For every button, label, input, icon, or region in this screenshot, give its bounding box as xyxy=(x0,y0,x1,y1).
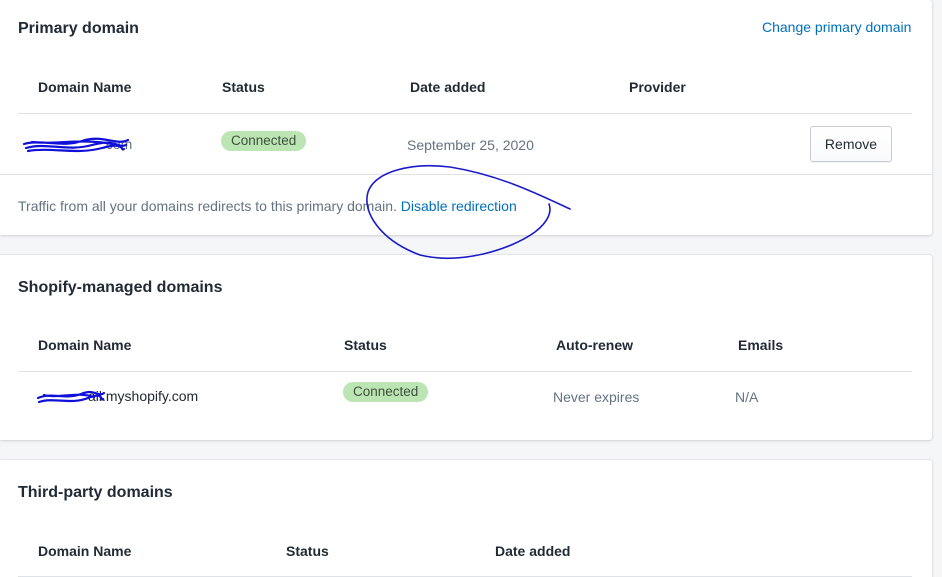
column-header-date-added: Date added xyxy=(495,543,571,559)
domain-suffix: .com xyxy=(102,136,133,152)
shopify-managed-domains-card: Shopify-managed domains Domain Name Stat… xyxy=(0,255,932,440)
primary-domain-title: Primary domain xyxy=(18,20,139,37)
column-header-provider: Provider xyxy=(629,79,686,95)
status-badge: Connected xyxy=(343,382,429,402)
redirect-notice-text: Traffic from all your domains redirects … xyxy=(18,198,397,214)
table-header-divider xyxy=(18,371,912,372)
column-header-status: Status xyxy=(286,543,329,559)
third-party-domains-card: Third-party domains Domain Name Status D… xyxy=(0,460,932,577)
domain-suffix: ail.myshopify.com xyxy=(88,388,199,404)
shopify-managed-domains-title: Shopify-managed domains xyxy=(18,279,223,296)
disable-redirection-link[interactable]: Disable redirection xyxy=(401,198,517,214)
change-primary-domain-link[interactable]: Change primary domain xyxy=(762,19,911,35)
redacted-domain-name: .com xyxy=(22,136,132,158)
remove-button[interactable]: Remove xyxy=(810,126,892,162)
column-header-auto-renew: Auto-renew xyxy=(556,337,633,353)
column-header-domain-name: Domain Name xyxy=(38,543,132,559)
redacted-domain-name: ail.myshopify.com xyxy=(36,388,206,410)
column-header-status: Status xyxy=(344,337,387,353)
column-header-emails: Emails xyxy=(738,337,784,353)
status-badge: Connected xyxy=(221,131,307,151)
redirect-notice: Traffic from all your domains redirects … xyxy=(18,198,517,214)
table-header-divider xyxy=(18,113,912,114)
card-footer-divider xyxy=(0,174,932,175)
date-added-value: September 25, 2020 xyxy=(407,137,534,153)
third-party-domains-title: Third-party domains xyxy=(18,484,173,501)
primary-domain-card: Primary domain Change primary domain Dom… xyxy=(0,0,932,235)
emails-value: N/A xyxy=(735,389,759,405)
column-header-date-added: Date added xyxy=(410,79,486,95)
column-header-domain-name: Domain Name xyxy=(38,337,132,353)
column-header-domain-name: Domain Name xyxy=(38,79,132,95)
column-header-status: Status xyxy=(222,79,265,95)
auto-renew-value: Never expires xyxy=(553,389,640,405)
